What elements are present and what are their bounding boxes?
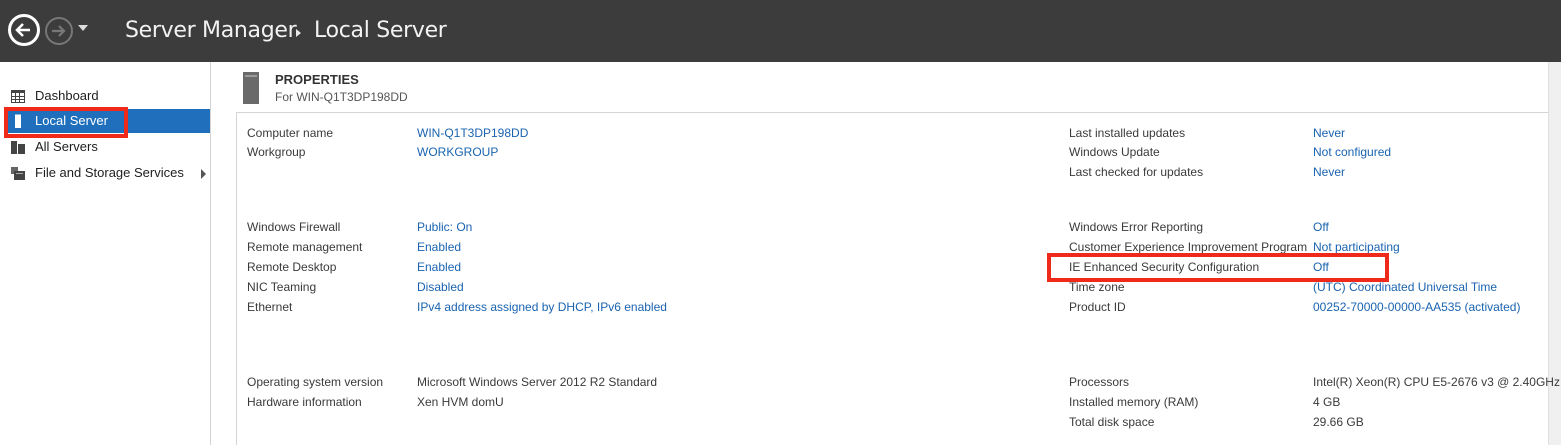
breadcrumb-separator-icon — [296, 29, 301, 37]
prop-label: Processors — [1069, 375, 1130, 389]
prop-label: NIC Teaming — [247, 280, 317, 294]
sidebar-item-dashboard[interactable]: Dashboard — [4, 84, 210, 108]
prop-value-link[interactable]: Enabled — [417, 237, 461, 257]
sidebar-item-label: Dashboard — [35, 88, 99, 103]
prop-label: Windows Update — [1069, 145, 1160, 159]
prop-label: Remote management — [247, 240, 363, 254]
prop-label: Computer name — [247, 126, 334, 140]
prop-label: Workgroup — [247, 145, 306, 159]
prop-label: Ethernet — [247, 300, 293, 314]
prop-value-link[interactable]: Public: On — [417, 217, 472, 237]
arrow-right-icon — [52, 25, 66, 37]
prop-value-link[interactable]: WORKGROUP — [417, 142, 498, 162]
prop-value-link[interactable]: Off — [1313, 217, 1329, 237]
highlight-box-local-server — [4, 107, 128, 138]
prop-label: Hardware information — [247, 395, 362, 409]
prop-label: Windows Error Reporting — [1069, 220, 1204, 234]
dashboard-icon — [11, 90, 25, 103]
prop-value-link[interactable]: Never — [1313, 162, 1345, 182]
prop-label: Remote Desktop — [247, 260, 337, 274]
breadcrumb-app[interactable]: Server Manager — [125, 18, 297, 43]
servers-icon — [11, 141, 25, 154]
history-dropdown-icon[interactable] — [78, 25, 88, 31]
chevron-right-icon[interactable] — [201, 169, 206, 179]
sidebar-item-label: File and Storage Services — [35, 165, 184, 180]
prop-value: Intel(R) Xeon(R) CPU E5-2676 v3 @ 2.40GH… — [1313, 375, 1560, 389]
breadcrumb-page: Local Server — [314, 18, 447, 43]
prop-value: Xen HVM domU — [417, 395, 504, 409]
prop-value-link[interactable]: Disabled — [417, 277, 464, 297]
arrow-left-icon — [11, 17, 37, 43]
properties-subtitle: For WIN-Q1T3DP198DD — [275, 90, 408, 104]
prop-label: Last checked for updates — [1069, 165, 1204, 179]
properties-title: PROPERTIES — [275, 72, 359, 87]
highlight-box-ie-esc — [1047, 253, 1389, 282]
prop-value-link[interactable]: WIN-Q1T3DP198DD — [417, 123, 528, 143]
prop-label: Operating system version — [247, 375, 384, 389]
prop-value: 4 GB — [1313, 395, 1341, 409]
prop-value: 29.66 GB — [1313, 415, 1364, 429]
sidebar-item-all-servers[interactable]: All Servers — [4, 135, 210, 159]
prop-value-link[interactable]: Never — [1313, 123, 1345, 143]
sidebar-item-label: All Servers — [35, 139, 98, 154]
prop-value-link[interactable]: Not configured — [1313, 142, 1391, 162]
storage-icon — [11, 167, 25, 180]
prop-label: Total disk space — [1069, 415, 1155, 429]
prop-label: Last installed updates — [1069, 126, 1186, 140]
sidebar-item-file-storage[interactable]: File and Storage Services — [4, 161, 210, 185]
prop-label: Installed memory (RAM) — [1069, 395, 1199, 409]
prop-label: Product ID — [1069, 300, 1126, 314]
title-bar: Server Manager Local Server — [0, 0, 1561, 62]
prop-label: Windows Firewall — [247, 220, 341, 234]
prop-value-link[interactable]: IPv4 address assigned by DHCP, IPv6 enab… — [417, 297, 667, 317]
prop-value: Microsoft Windows Server 2012 R2 Standar… — [417, 375, 658, 389]
prop-value-link[interactable]: Enabled — [417, 257, 461, 277]
back-button[interactable] — [8, 14, 40, 46]
prop-value-link[interactable]: 00252-70000-00000-AA535 (activated) — [1313, 297, 1520, 317]
forward-button[interactable] — [45, 17, 73, 45]
server-tower-icon — [243, 72, 259, 104]
